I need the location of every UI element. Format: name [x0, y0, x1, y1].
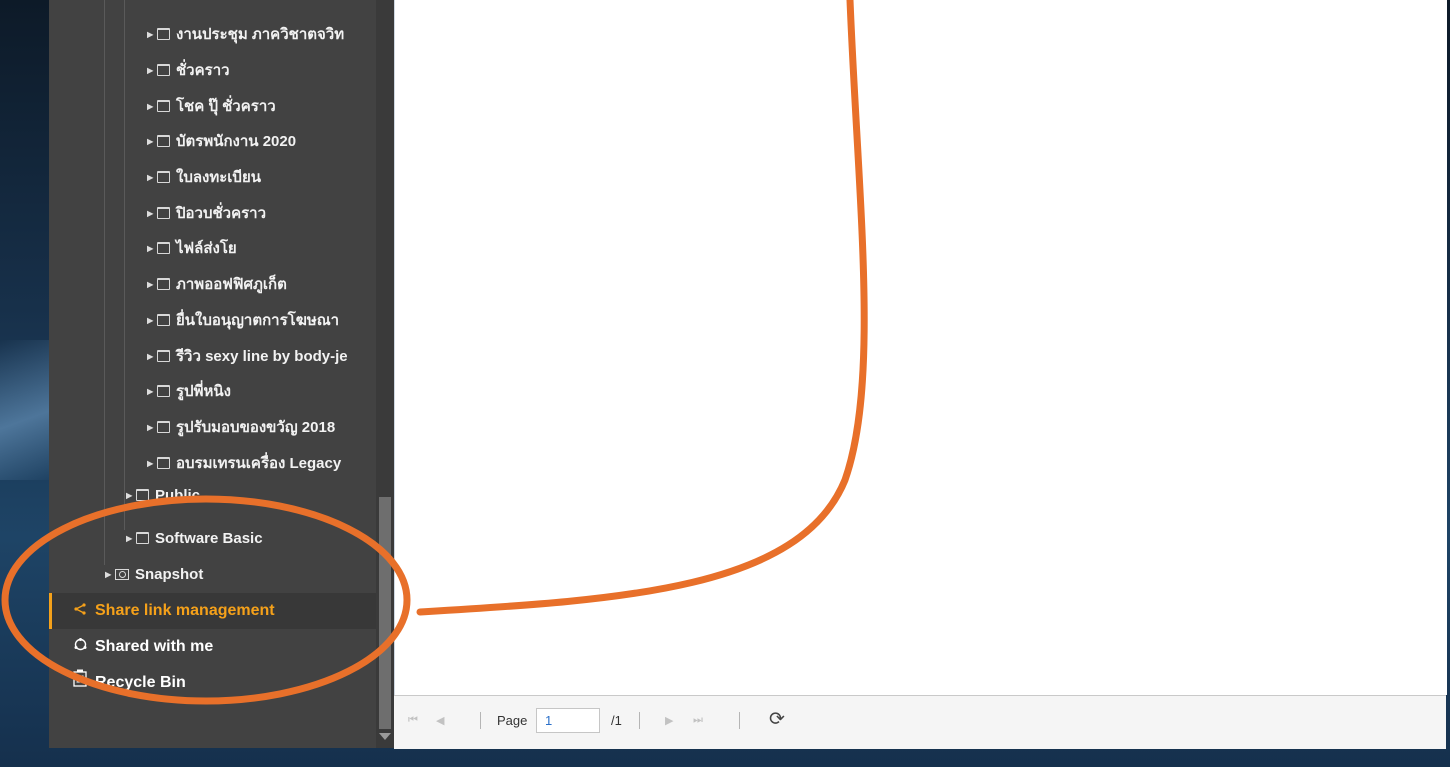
pager-separator	[639, 712, 640, 729]
nav-shared-with-me[interactable]: Shared with me	[49, 629, 376, 665]
expand-arrow-icon[interactable]: ▶	[147, 196, 155, 232]
folder-label: รีวิว sexy line by body-je	[176, 348, 348, 365]
tree-guide-line	[124, 0, 125, 530]
shared-circle-icon	[71, 629, 89, 665]
folder-icon	[157, 421, 170, 433]
folder-label: Public	[155, 487, 201, 504]
nav-label: Recycle Bin	[95, 674, 186, 691]
sidebar-scrollbar[interactable]	[376, 0, 394, 748]
folder-icon	[157, 171, 170, 183]
folder-label: งานประชุม ภาควิชาตจวิท	[176, 26, 345, 43]
recycle-bin-icon	[71, 665, 89, 701]
previous-page-icon[interactable]: ◀	[436, 714, 444, 727]
last-page-icon[interactable]: ⏭	[693, 714, 703, 727]
tree-folder-item[interactable]: ▶ ไฟล์ส่งโย	[147, 231, 376, 267]
folder-label: ยื่นใบอนุญาตการโฆษณา	[176, 312, 340, 329]
tree-folder-item[interactable]: ▶ รูปพี่หนิง	[147, 374, 376, 410]
folder-icon	[136, 489, 149, 501]
sidebar: ▶ งานประชุม ภาควิชาตจวิท ▶ ชั่วคราว ▶ โชค ป…	[49, 0, 394, 748]
expand-arrow-icon[interactable]: ▶	[126, 521, 134, 557]
expand-arrow-icon[interactable]: ▶	[147, 17, 155, 53]
folder-label: ใบลงทะเบียน	[176, 169, 261, 186]
tree-folder-item[interactable]: ▶ อบรมเทรนเครื่อง Legacy	[147, 446, 376, 482]
tree-folder-public[interactable]: ▶ Public	[126, 485, 376, 507]
total-pages: /1	[611, 713, 622, 728]
first-page-icon[interactable]: ⏮	[408, 714, 418, 727]
tree-folder-item[interactable]: ▶ รูปรับมอบของขวัญ 2018	[147, 410, 376, 446]
expand-arrow-icon[interactable]: ▶	[147, 267, 155, 303]
camera-icon	[115, 569, 129, 580]
pagination-bar: ⏮ ◀ Page /1 ▶ ⏭ ⟳	[394, 695, 1446, 749]
expand-arrow-icon[interactable]: ▶	[147, 446, 155, 482]
tree-folder-item[interactable]: ▶ โชค ปุ๊ ชั่วคราว	[147, 89, 376, 125]
tree-snapshot[interactable]: ▶ Snapshot	[105, 557, 376, 593]
tree-folder-item[interactable]: ▶ ใบลงทะเบียน	[147, 160, 376, 196]
folder-label: โชค ปุ๊ ชั่วคราว	[176, 98, 276, 115]
page-number-input[interactable]	[536, 708, 600, 733]
folder-tree: ▶ งานประชุม ภาควิชาตจวิท ▶ ชั่วคราว ▶ โชค ป…	[49, 0, 379, 748]
tree-folder-item[interactable]: ▶ บัตรพนักงาน 2020	[147, 124, 376, 160]
nav-share-link-management[interactable]: Share link management	[49, 593, 379, 629]
tree-folder-item[interactable]: ▶ ภาพออฟฟิศภูเก็ต	[147, 267, 376, 303]
expand-arrow-icon[interactable]: ▶	[147, 231, 155, 267]
tree-folder-item[interactable]: ▶ ปิอวบชั่วคราว	[147, 196, 376, 232]
folder-label: รูปพี่หนิง	[176, 383, 231, 400]
folder-icon	[157, 100, 170, 112]
next-page-icon[interactable]: ▶	[665, 714, 673, 727]
page-label: Page	[497, 713, 528, 728]
folder-icon	[157, 457, 170, 469]
expand-arrow-icon[interactable]: ▶	[147, 124, 155, 160]
expand-arrow-icon[interactable]: ▶	[147, 374, 155, 410]
folder-icon	[157, 207, 170, 219]
expand-arrow-icon[interactable]: ▶	[147, 410, 155, 446]
expand-arrow-icon[interactable]: ▶	[147, 303, 155, 339]
folder-icon	[157, 314, 170, 326]
folder-label: ไฟล์ส่งโย	[176, 240, 237, 257]
nav-recycle-bin[interactable]: Recycle Bin	[49, 665, 376, 701]
folder-icon	[157, 242, 170, 254]
refresh-icon[interactable]: ⟳	[769, 708, 785, 731]
folder-icon	[157, 64, 170, 76]
tree-folder-item[interactable]: ▶ ยื่นใบอนุญาตการโฆษณา	[147, 303, 376, 339]
scroll-down-arrow-icon[interactable]	[379, 733, 391, 740]
pager-separator	[480, 712, 481, 729]
expand-arrow-icon[interactable]: ▶	[126, 485, 134, 507]
folder-label: บัตรพนักงาน 2020	[176, 133, 297, 150]
share-icon	[71, 593, 89, 629]
tree-folder-item[interactable]: ▶ งานประชุม ภาควิชาตจวิท	[147, 17, 376, 53]
folder-label: ชั่วคราว	[176, 62, 230, 79]
pager-separator	[739, 712, 740, 729]
tree-folder-item[interactable]: ▶ รีวิว sexy line by body-je	[147, 339, 376, 375]
expand-arrow-icon[interactable]: ▶	[147, 89, 155, 125]
folder-label: อบรมเทรนเครื่อง Legacy	[176, 455, 342, 472]
nav-label: Shared with me	[95, 638, 214, 655]
content-area	[394, 0, 1447, 695]
folder-icon	[157, 385, 170, 397]
expand-arrow-icon[interactable]: ▶	[147, 339, 155, 375]
folder-label: ปิอวบชั่วคราว	[176, 205, 267, 222]
folder-icon	[157, 278, 170, 290]
file-manager-window: ▶ งานประชุม ภาควิชาตจวิท ▶ ชั่วคราว ▶ โชค ป…	[49, 0, 1447, 749]
nav-label: Share link management	[95, 602, 275, 619]
expand-arrow-icon[interactable]: ▶	[147, 160, 155, 196]
folder-icon	[157, 350, 170, 362]
tree-folder-item[interactable]: ▶ ชั่วคราว	[147, 53, 376, 89]
folder-label: รูปรับมอบของขวัญ 2018	[176, 419, 336, 436]
folder-icon	[157, 28, 170, 40]
scrollbar-thumb[interactable]	[379, 497, 391, 729]
folder-icon	[136, 532, 149, 544]
tree-folder-software-basic[interactable]: ▶ Software Basic	[126, 521, 376, 557]
tree-guide-line	[104, 0, 105, 565]
folder-label: ภาพออฟฟิศภูเก็ต	[176, 276, 287, 293]
expand-arrow-icon[interactable]: ▶	[105, 557, 113, 593]
expand-arrow-icon[interactable]: ▶	[147, 53, 155, 89]
folder-icon	[157, 135, 170, 147]
snapshot-label: Snapshot	[135, 566, 204, 583]
folder-label: Software Basic	[155, 530, 263, 547]
